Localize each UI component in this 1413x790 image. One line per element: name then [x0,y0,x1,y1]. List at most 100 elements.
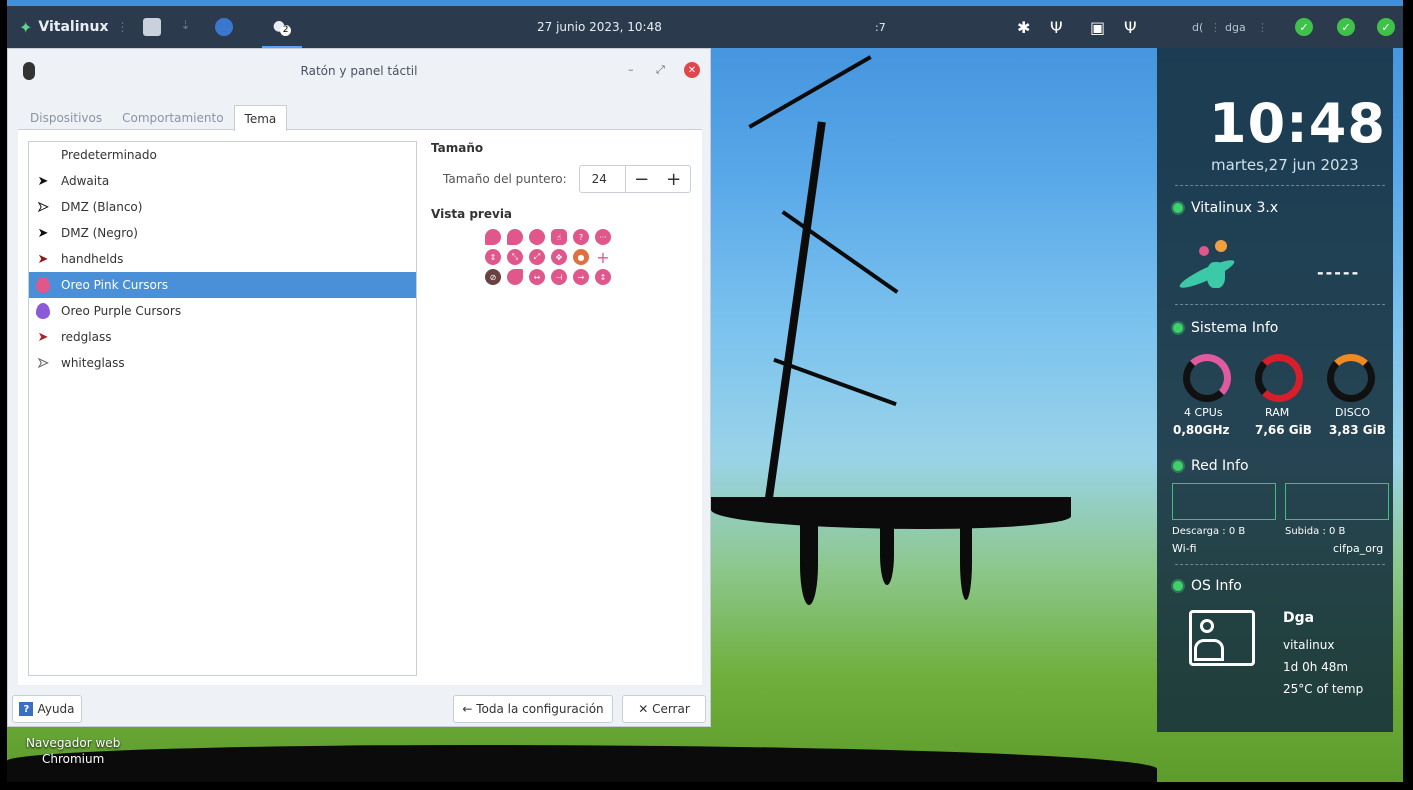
all-settings-label: ← Toda la configuración [462,702,604,716]
cursor-preview-icon [507,269,523,285]
pointer-size-spinbox[interactable]: 24 − + [578,165,691,193]
divider [1175,304,1385,305]
theme-label: Oreo Pink Cursors [61,278,169,292]
desktop-icon-line2: Chromium [41,752,105,766]
panel-clock[interactable]: 27 junio 2023, 10:48 [537,6,662,48]
help-button[interactable]: ? Ayuda [12,695,82,723]
disk-gauge [1327,354,1375,402]
theme-label: Predeterminado [61,148,157,162]
disk-label: DISCO [1335,406,1371,419]
pointer-size-row: Tamaño del puntero: 24 − + [443,165,701,193]
file-manager-icon[interactable] [142,18,161,36]
window-title: Ratón y panel táctil [300,64,418,78]
cursor-preview-icon: ? [573,229,589,245]
help-icon: ? [19,702,34,716]
cpu-value: 0,80GHz [1173,423,1230,437]
network-section-title: Red Info [1173,458,1249,474]
tree-branch [773,357,897,407]
ground-silhouette [7,745,1157,785]
list-item[interactable]: ➤ DMZ (Blanco) [29,194,416,220]
network-title: Red Info [1191,458,1249,474]
cursor-preview-icon: ⊘ [485,269,501,285]
cursor-preview-icon: → [573,269,589,285]
list-item-selected[interactable]: Oreo Pink Cursors [29,272,416,298]
mouse-settings-window: Ratón y panel táctil – ⤢ ✕ Dispositivos … [7,48,711,727]
list-item[interactable]: ➤ DMZ (Negro) [29,220,416,246]
status-check-icon[interactable]: ✓ [1337,6,1355,48]
theme-label: whiteglass [61,356,125,370]
theme-label: handhelds [61,252,124,266]
decrease-size-button[interactable]: − [626,166,658,192]
list-item[interactable]: ➤ Adwaita [29,168,416,194]
increase-size-button[interactable]: + [658,166,690,192]
theme-options-pane: Tamaño Tamaño del puntero: 24 − + Vista … [431,141,701,285]
list-item[interactable]: ➤ redglass [29,324,416,350]
pointer-size-value[interactable]: 24 [580,166,626,192]
brand-label: Vitalinux [38,19,109,35]
dialog-button-bar: ? Ayuda ← Toda la configuración ✕ Cerrar [8,689,710,727]
status-check-icon[interactable]: ✓ [1377,6,1395,48]
tree-branch [748,55,872,129]
close-window-button[interactable]: ✕ [684,62,700,78]
cursor-theme-list[interactable]: Predeterminado ➤ Adwaita ➤ DMZ (Blanco) … [28,141,417,676]
island-drip [800,525,818,605]
tab-tema[interactable]: Tema [233,105,288,131]
all-settings-button[interactable]: ← Toda la configuración [453,695,613,723]
user-board-icon [1189,610,1255,666]
pink-cursor-icon [35,277,51,293]
cursor-preview-icon: ⊣ [551,269,567,285]
workspace-indicator[interactable]: :7 [875,6,886,48]
distro-dashes: ----- [1317,263,1361,282]
conky-time: 10:48 [1209,92,1386,155]
status-check-icon[interactable]: ✓ [1295,6,1313,48]
help-label: Ayuda [37,702,75,716]
ram-label: RAM [1265,406,1290,419]
purple-cursor-icon [35,303,51,319]
window-titlebar[interactable]: Ratón y panel táctil – ⤢ ✕ [8,49,710,93]
conky-date: martes,27 jun 2023 [1211,156,1359,174]
distro-label: Vitalinux 3.x [1191,200,1279,216]
app-menu-button[interactable]: ✦ Vitalinux [19,6,109,48]
status-dot-icon [1173,323,1183,333]
list-item[interactable]: ➤ whiteglass [29,350,416,376]
black-arrow-cursor-icon: ➤ [37,225,49,241]
download-icon[interactable]: ⇣ [181,18,191,36]
close-button[interactable]: ✕ Cerrar [622,695,706,723]
usb-icon[interactable]: Ψ [1124,6,1137,48]
cursor-preview-icon [529,229,545,245]
list-item[interactable]: Oreo Purple Cursors [29,298,416,324]
theme-label: DMZ (Negro) [61,226,138,240]
user-menu[interactable]: dga [1225,6,1246,48]
desktop-icon-line1: Navegador web [26,736,121,750]
maximize-button[interactable]: ⤢ [656,63,665,77]
distro-section-title: Vitalinux 3.x [1173,200,1278,216]
disk-value: 3,83 GiB [1329,423,1386,437]
network-ssid: cifpa_org [1333,542,1384,555]
list-item[interactable]: Predeterminado [29,142,416,168]
minimize-button[interactable]: – [628,63,634,76]
cursor-preview-icon: ☝ [551,229,567,245]
desktop-icon-chromium[interactable]: Navegador web Chromium [26,735,120,767]
theme-label: redglass [61,330,112,344]
status-dot-icon [1173,203,1183,213]
tree-trunk [762,121,826,519]
screen-edge [0,0,7,790]
tab-comportamiento[interactable]: Comportamiento [112,105,233,131]
bluetooth-icon[interactable]: ✱ [1017,6,1030,48]
browser-icon[interactable] [214,18,233,36]
cursor-preview-icon: ⤡ [507,249,523,265]
download-graph [1172,483,1276,520]
tab-dispositivos[interactable]: Dispositivos [20,105,112,131]
panel-separator: ⋮ [1210,20,1221,34]
island-drip [960,525,972,600]
download-label: Descarga : 0 B [1172,526,1246,537]
cursor-preview-icon: + [596,247,610,267]
active-task-mouse-settings[interactable]: ● 2 [262,6,302,48]
battery-icon[interactable]: ▣ [1090,6,1105,48]
red-arrow-cursor-icon: ➤ [37,251,49,267]
usb-icon[interactable]: Ψ [1050,6,1063,48]
cursor-preview-icon: ↔ [529,269,545,285]
os-user: Dga [1283,610,1315,626]
list-item[interactable]: ➤ handhelds [29,246,416,272]
task-count-badge: 2 [280,24,292,36]
